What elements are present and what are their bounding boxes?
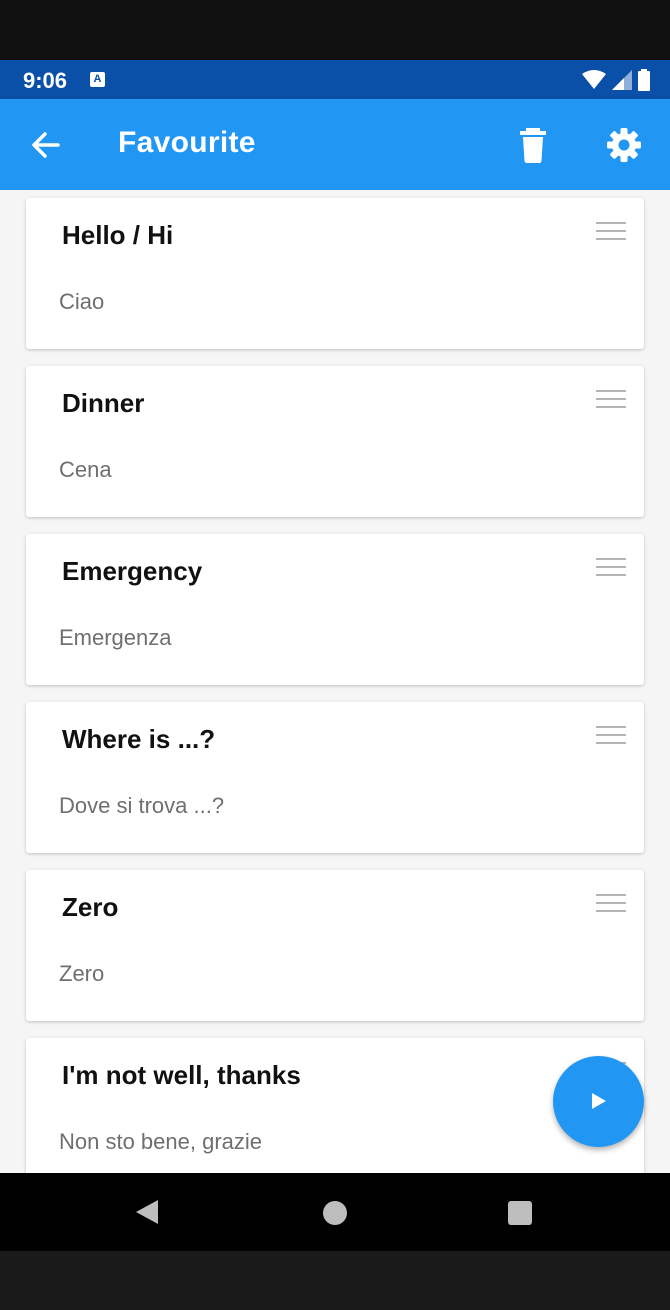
favourite-card[interactable]: Emergency Emergenza bbox=[26, 534, 644, 685]
app-bar: Favourite bbox=[0, 99, 670, 190]
phrase-text: Where is ...? bbox=[62, 724, 216, 754]
favourite-card[interactable]: Zero Zero bbox=[26, 870, 644, 1021]
phrase-text: Emergency bbox=[62, 556, 203, 586]
arrow-left-icon bbox=[32, 132, 60, 158]
signal-icon bbox=[612, 70, 632, 90]
favourite-card[interactable]: I'm not well, thanks Non sto bene, grazi… bbox=[26, 1038, 644, 1173]
drag-handle-icon[interactable] bbox=[596, 558, 626, 578]
favourite-card[interactable]: Hello / Hi Ciao bbox=[26, 198, 644, 349]
play-icon bbox=[592, 1093, 606, 1109]
drag-handle-icon[interactable] bbox=[596, 726, 626, 746]
wifi-icon bbox=[582, 70, 606, 89]
battery-icon bbox=[638, 69, 650, 91]
translation-text: Non sto bene, grazie bbox=[59, 1129, 263, 1154]
nav-back-icon[interactable] bbox=[134, 1198, 160, 1226]
translation-text: Dove si trova ...? bbox=[59, 793, 225, 818]
settings-button[interactable] bbox=[604, 125, 644, 165]
page-title: Favourite bbox=[118, 126, 256, 159]
phrase-text: Zero bbox=[62, 892, 119, 922]
trash-icon bbox=[520, 128, 546, 163]
drag-handle-icon[interactable] bbox=[596, 894, 626, 914]
favourite-card[interactable]: Where is ...? Dove si trova ...? bbox=[26, 702, 644, 853]
translation-text: Emergenza bbox=[59, 625, 172, 650]
gear-icon bbox=[607, 128, 641, 162]
status-icons bbox=[582, 69, 650, 91]
top-black-bar bbox=[0, 0, 670, 60]
favourite-card[interactable]: Dinner Cena bbox=[26, 366, 644, 517]
delete-button[interactable] bbox=[516, 125, 550, 165]
bottom-dark-bar bbox=[0, 1251, 670, 1310]
phrase-text: Dinner bbox=[62, 388, 145, 418]
translation-text: Cena bbox=[59, 457, 112, 482]
translation-text: Ciao bbox=[59, 289, 105, 314]
translation-text: Zero bbox=[59, 961, 105, 986]
status-bar: 9:06 A bbox=[0, 60, 670, 99]
favourites-list: Hello / Hi Ciao Dinner Cena Emergency Em… bbox=[0, 190, 670, 1173]
phrase-text: Hello / Hi bbox=[62, 220, 174, 250]
phrase-text: I'm not well, thanks bbox=[62, 1060, 301, 1090]
notification-icon: A bbox=[90, 72, 105, 87]
play-button[interactable] bbox=[553, 1056, 644, 1147]
back-button[interactable] bbox=[26, 127, 66, 163]
drag-handle-icon[interactable] bbox=[596, 222, 626, 242]
drag-handle-icon[interactable] bbox=[596, 390, 626, 410]
status-time: 9:06 bbox=[23, 68, 68, 93]
nav-recents-icon[interactable] bbox=[508, 1201, 532, 1225]
system-nav-bar bbox=[0, 1173, 670, 1251]
nav-home-icon[interactable] bbox=[323, 1201, 347, 1225]
